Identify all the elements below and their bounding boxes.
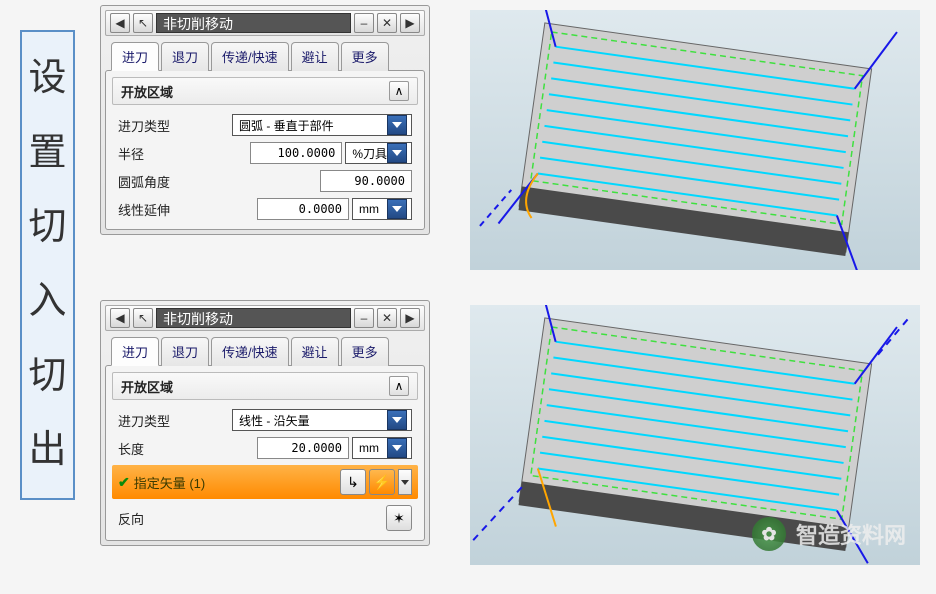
close-button[interactable]: ✕ <box>377 308 397 328</box>
side-title-panel: 设 置 切 入 切 出 <box>20 30 75 500</box>
engage-type-select[interactable]: 圆弧 - 垂直于部件 <box>232 114 412 136</box>
minimize-button[interactable]: – <box>354 13 374 33</box>
radius-unit-select[interactable]: %刀具 <box>345 142 412 164</box>
tab-panel: 开放区域 ∧ 进刀类型 圆弧 - 垂直于部件 半径 %刀具 <box>105 70 425 230</box>
cursor-icon[interactable]: ↖ <box>133 13 153 33</box>
cursor-icon[interactable]: ↖ <box>133 308 153 328</box>
vector-inferred-button[interactable]: ⚡ <box>369 469 395 495</box>
tab-avoid[interactable]: 避让 <box>291 42 339 71</box>
minimize-button[interactable]: – <box>354 308 374 328</box>
close-button[interactable]: ✕ <box>377 13 397 33</box>
side-char: 设 <box>28 58 66 100</box>
linear-extend-unit-select[interactable]: mm <box>352 198 412 220</box>
linear-extend-unit: mm <box>359 202 379 216</box>
prev-button[interactable]: ◀ <box>110 13 130 33</box>
arc-angle-input[interactable] <box>320 170 412 192</box>
reverse-button[interactable]: ✶ <box>386 505 412 531</box>
dropdown-icon[interactable] <box>387 143 407 163</box>
length-label: 长度 <box>118 439 144 458</box>
collapse-icon[interactable]: ∧ <box>389 81 409 101</box>
tab-avoid[interactable]: 避让 <box>291 337 339 366</box>
tab-retract[interactable]: 退刀 <box>161 42 209 71</box>
next-button[interactable]: ▶ <box>400 13 420 33</box>
specify-vector-label: ✔ 指定矢量 (1) <box>118 473 205 492</box>
engage-type-label: 进刀类型 <box>118 411 170 430</box>
dropdown-icon[interactable] <box>387 438 407 458</box>
watermark: ✿ 智造资料网 <box>752 517 906 551</box>
wechat-icon: ✿ <box>752 517 786 551</box>
dialog-title: 非切削移动 <box>156 308 351 328</box>
side-char: 切 <box>28 207 66 249</box>
engage-type-value: 圆弧 - 垂直于部件 <box>239 117 334 134</box>
tab-engage[interactable]: 进刀 <box>111 337 159 366</box>
noncutting-moves-dialog: ◀ ↖ 非切削移动 – ✕ ▶ 进刀 退刀 传递/快速 避让 更多 开放区域 ∧… <box>100 300 430 546</box>
check-icon: ✔ <box>118 474 130 491</box>
linear-extend-label: 线性延伸 <box>118 200 170 219</box>
linear-extend-input[interactable] <box>257 198 349 220</box>
dialog-title: 非切削移动 <box>156 13 351 33</box>
viewport-top[interactable] <box>470 10 920 270</box>
engage-type-label: 进刀类型 <box>118 116 170 135</box>
side-char: 置 <box>28 133 66 175</box>
tab-engage[interactable]: 进刀 <box>111 42 159 71</box>
dropdown-icon[interactable] <box>387 115 407 135</box>
engage-type-select[interactable]: 线性 - 沿矢量 <box>232 409 412 431</box>
watermark-text: 智造资料网 <box>796 518 906 550</box>
reverse-label: 反向 <box>118 509 144 528</box>
tab-more[interactable]: 更多 <box>341 337 389 366</box>
dialog-titlebar: ◀ ↖ 非切削移动 – ✕ ▶ <box>105 10 425 36</box>
toolpath-visual <box>470 10 920 270</box>
side-char: 切 <box>28 356 66 398</box>
next-button[interactable]: ▶ <box>400 308 420 328</box>
vector-dialog-button[interactable]: ↳ <box>340 469 366 495</box>
noncutting-moves-dialog: ◀ ↖ 非切削移动 – ✕ ▶ 进刀 退刀 传递/快速 避让 更多 开放区域 ∧… <box>100 5 430 235</box>
viewport-bottom[interactable]: ✿ 智造资料网 <box>470 305 920 565</box>
side-char: 出 <box>28 430 66 472</box>
length-unit-select[interactable]: mm <box>352 437 412 459</box>
radius-input[interactable] <box>250 142 342 164</box>
section-header[interactable]: 开放区域 ∧ <box>112 77 418 105</box>
section-title: 开放区域 <box>121 82 173 101</box>
tab-panel: 开放区域 ∧ 进刀类型 线性 - 沿矢量 长度 mm <box>105 365 425 541</box>
length-unit: mm <box>359 441 379 455</box>
collapse-icon[interactable]: ∧ <box>389 376 409 396</box>
tab-more[interactable]: 更多 <box>341 42 389 71</box>
section-header[interactable]: 开放区域 ∧ <box>112 372 418 400</box>
vector-dropdown[interactable] <box>398 469 412 495</box>
tab-transfer[interactable]: 传递/快速 <box>211 337 289 366</box>
arc-angle-label: 圆弧角度 <box>118 172 170 191</box>
tab-retract[interactable]: 退刀 <box>161 337 209 366</box>
tab-transfer[interactable]: 传递/快速 <box>211 42 289 71</box>
prev-button[interactable]: ◀ <box>110 308 130 328</box>
radius-unit: %刀具 <box>352 145 387 162</box>
tab-bar: 进刀 退刀 传递/快速 避让 更多 <box>105 42 425 71</box>
length-input[interactable] <box>257 437 349 459</box>
radius-label: 半径 <box>118 144 144 163</box>
engage-type-value: 线性 - 沿矢量 <box>239 412 310 429</box>
side-char: 入 <box>28 281 66 323</box>
section-title: 开放区域 <box>121 377 173 396</box>
dropdown-icon[interactable] <box>387 410 407 430</box>
dialog-titlebar: ◀ ↖ 非切削移动 – ✕ ▶ <box>105 305 425 331</box>
tab-bar: 进刀 退刀 传递/快速 避让 更多 <box>105 337 425 366</box>
dropdown-icon[interactable] <box>387 199 407 219</box>
